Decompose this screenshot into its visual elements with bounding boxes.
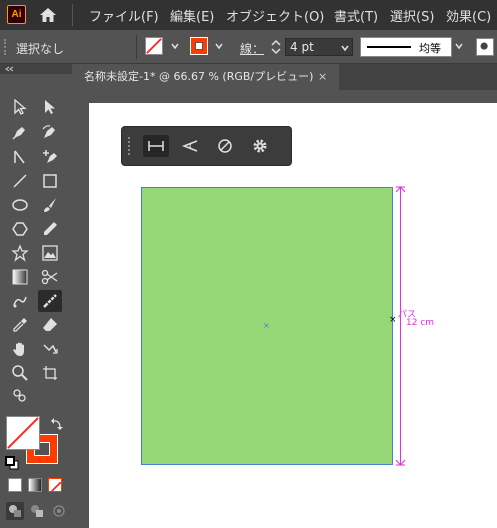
draw-inside-icon[interactable] [50, 502, 68, 520]
ellipse-tool-icon[interactable] [8, 194, 32, 216]
star-tool-icon[interactable] [8, 242, 32, 264]
red-stroke-icon[interactable] [190, 37, 208, 55]
control-bar: 選択なし 線： 4 pt 均等 [0, 31, 497, 64]
home-icon[interactable] [38, 6, 58, 24]
measure-distance-icon[interactable] [143, 135, 169, 157]
stroke-stepper-icon[interactable] [270, 38, 282, 56]
draw-behind-icon[interactable] [28, 502, 46, 520]
paintbrush-tool-icon[interactable] [38, 194, 62, 216]
gradient-tool-icon[interactable] [8, 266, 32, 288]
stroke-profile-line [367, 46, 411, 48]
anchor-mark: × [389, 315, 397, 325]
menu-type[interactable]: 書式(T) [334, 6, 378, 25]
stroke-label: 線： [240, 42, 265, 56]
none-fill-icon[interactable] [145, 37, 163, 55]
menu-effect[interactable]: 効果(C) [446, 6, 491, 25]
zoom-tool-icon[interactable] [8, 362, 32, 384]
stroke-profile-dropdown[interactable]: 均等 [360, 37, 452, 57]
menu-object[interactable]: オブジェクト(O) [226, 6, 324, 25]
scissors-tool-icon[interactable] [38, 266, 62, 288]
measure-tool-icon[interactable] [38, 290, 62, 312]
direct-selection-tool-icon[interactable] [38, 96, 62, 118]
chevron-down-icon[interactable] [340, 43, 350, 53]
artboard-tool-icon[interactable] [38, 362, 62, 384]
pencil-tool-icon[interactable] [38, 218, 62, 240]
swap-fill-stroke-icon[interactable] [50, 416, 64, 430]
rectangle-tool-icon[interactable] [38, 170, 62, 192]
hand-tool-icon[interactable] [8, 338, 32, 360]
menu-bar: Ai ファイル(F) 編集(E) オブジェクト(O) 書式(T) 選択(S) 効… [0, 0, 497, 30]
stroke-profile-label: 均等 [419, 42, 441, 55]
polygon-tool-icon[interactable] [8, 218, 32, 240]
pen-tool-icon[interactable] [8, 121, 32, 143]
shaper-tool-icon[interactable] [38, 338, 62, 360]
eraser-tool-icon[interactable] [38, 314, 62, 336]
anchor-point-tool-icon[interactable] [8, 146, 32, 168]
measure-contextual-toolbar [121, 126, 292, 166]
menu-edit[interactable]: 編集(E) [170, 6, 214, 25]
menu-file[interactable]: ファイル(F) [89, 6, 159, 25]
menu-divider [72, 4, 73, 26]
image-trace-icon[interactable] [38, 242, 62, 264]
gradient-mode-icon[interactable] [28, 478, 42, 492]
gear-icon[interactable] [247, 135, 273, 157]
control-divider [136, 35, 137, 59]
add-anchor-point-tool-icon[interactable] [38, 146, 62, 168]
selection-tool-icon[interactable] [8, 96, 32, 118]
clear-measure-icon[interactable] [212, 135, 238, 157]
edit-toolbar-icon[interactable] [8, 385, 32, 407]
none-mode-icon[interactable] [48, 478, 62, 492]
control-bar-grip[interactable] [4, 39, 8, 55]
toolbar-grip[interactable] [128, 137, 133, 155]
center-point-mark: × [263, 321, 270, 330]
stroke-weight-input[interactable]: 4 pt [285, 38, 353, 56]
measure-value-label: 12 cm [406, 318, 435, 328]
chevron-down-icon[interactable] [454, 41, 464, 51]
measure-angle-icon[interactable] [177, 135, 203, 157]
curvature-tool-icon[interactable] [38, 121, 62, 143]
stroke-weight-value: 4 pt [290, 40, 314, 54]
document-tab-title: 名称未設定-1* @ 66.67 % (RGB/プレビュー) [84, 70, 314, 83]
default-fill-stroke-icon[interactable] [5, 455, 19, 470]
color-mode-icon[interactable] [8, 478, 22, 492]
menu-select[interactable]: 選択(S) [390, 6, 434, 25]
selection-status: 選択なし [16, 42, 65, 56]
line-segment-tool-icon[interactable] [8, 170, 32, 192]
chevron-down-icon[interactable] [214, 41, 224, 51]
app-logo: Ai [7, 5, 26, 24]
document-tab-bar: 名称未設定-1* @ 66.67 % (RGB/プレビュー) × [74, 64, 497, 90]
document-tab[interactable]: 名称未設定-1* @ 66.67 % (RGB/プレビュー) × [74, 64, 339, 90]
eyedropper-tool-icon[interactable] [8, 314, 32, 336]
chevron-down-icon[interactable] [170, 41, 180, 51]
tools-panel-grip[interactable] [0, 64, 72, 74]
fill-swatch-front[interactable] [6, 416, 40, 450]
close-icon[interactable]: × [318, 64, 327, 90]
draw-normal-icon[interactable] [6, 502, 24, 520]
puppet-warp-tool-icon[interactable] [8, 290, 32, 312]
opacity-icon[interactable] [476, 38, 494, 56]
